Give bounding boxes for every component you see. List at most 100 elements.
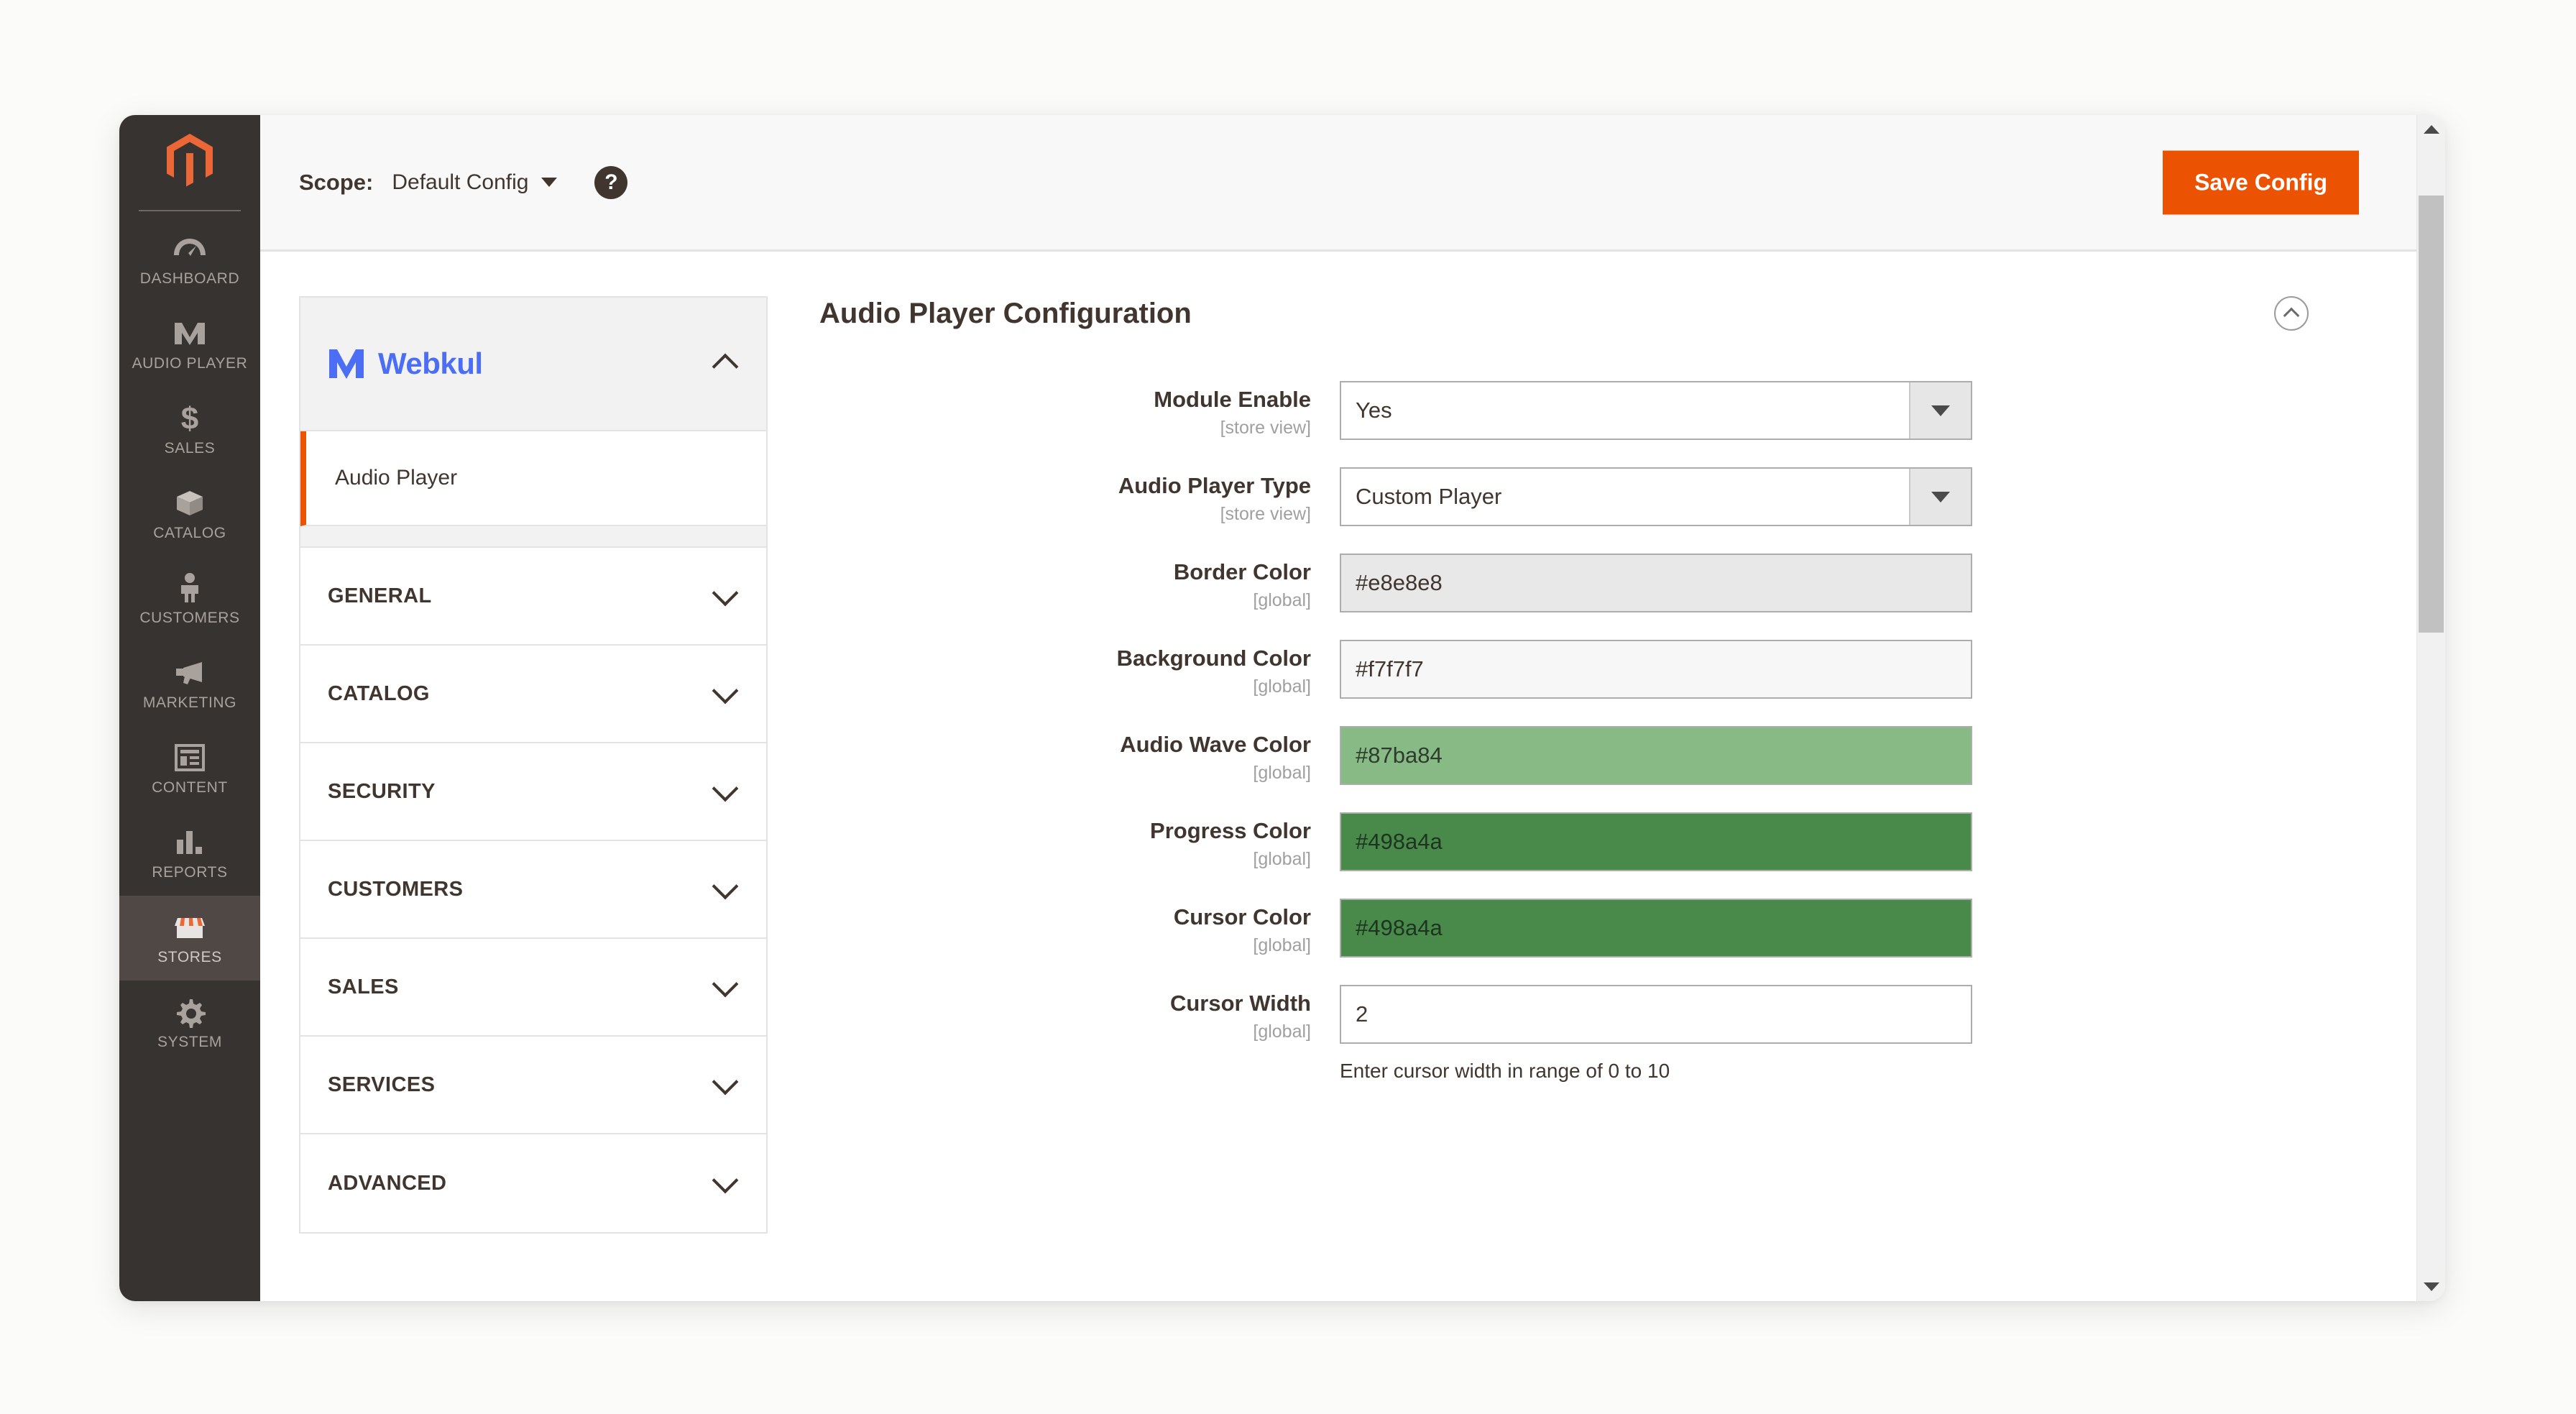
content-column: Scope: Default Config ? Save Config Webk… bbox=[260, 115, 2445, 1301]
field-label: Progress Color bbox=[1150, 818, 1311, 843]
page-title: Audio Player Configuration bbox=[819, 297, 1192, 329]
config-nav-section-services[interactable]: SERVICES bbox=[300, 1037, 766, 1134]
sidebar-item-marketing[interactable]: MARKETING bbox=[119, 641, 260, 726]
cursor-width-input[interactable]: 2 bbox=[1340, 985, 1972, 1044]
config-nav-section-label: GENERAL bbox=[328, 584, 432, 607]
sidebar-item-sales[interactable]: $ SALES bbox=[119, 387, 260, 472]
vertical-scrollbar[interactable] bbox=[2416, 115, 2445, 1301]
field-row: Module Enable [store view] Yes bbox=[819, 381, 2445, 440]
config-nav-section-label: CUSTOMERS bbox=[328, 877, 464, 901]
chevron-down-icon bbox=[712, 873, 739, 900]
box-icon bbox=[119, 487, 260, 519]
field-scope: [global] bbox=[1253, 935, 1311, 955]
scope-group: Scope: Default Config ? bbox=[299, 165, 628, 199]
person-icon bbox=[119, 572, 260, 604]
config-nav-section-label: SALES bbox=[328, 975, 399, 998]
help-icon[interactable]: ? bbox=[594, 165, 628, 199]
config-nav-section-label: SERVICES bbox=[328, 1073, 436, 1096]
select-value: Yes bbox=[1356, 398, 1392, 423]
megaphone-icon bbox=[119, 657, 260, 689]
field-input-col: #87ba84 bbox=[1340, 726, 1972, 785]
sidebar-item-system[interactable]: SYSTEM bbox=[119, 981, 260, 1065]
progress-color-input[interactable]: #498a4a bbox=[1340, 812, 1972, 871]
field-label-col: Border Color [global] bbox=[819, 554, 1340, 611]
audio-wave-color-input[interactable]: #87ba84 bbox=[1340, 726, 1972, 785]
field-scope: [global] bbox=[1253, 762, 1311, 783]
field-input-col: #f7f7f7 bbox=[1340, 640, 1972, 699]
cursor-width-hint: Enter cursor width in range of 0 to 10 bbox=[1340, 1060, 1670, 1082]
field-row: Background Color [global] #f7f7f7 bbox=[819, 640, 2445, 699]
config-nav-section-security[interactable]: SECURITY bbox=[300, 743, 766, 841]
sidebar-item-label: MARKETING bbox=[142, 694, 237, 711]
save-config-button[interactable]: Save Config bbox=[2163, 150, 2359, 214]
config-nav-section-label: CATALOG bbox=[328, 681, 430, 705]
sidebar-item-label: DASHBOARD bbox=[139, 270, 240, 287]
chevron-down-icon bbox=[712, 1167, 739, 1194]
config-nav-section-sales[interactable]: SALES bbox=[300, 939, 766, 1037]
select-value: Custom Player bbox=[1356, 484, 1502, 509]
field-input-col: Custom Player bbox=[1340, 467, 1972, 526]
scroll-down-button[interactable] bbox=[2417, 1272, 2445, 1301]
storefront-icon bbox=[119, 912, 260, 943]
webkul-panel-header[interactable]: Webkul bbox=[300, 298, 766, 431]
sidebar-divider bbox=[139, 210, 241, 211]
config-nav-section-advanced[interactable]: ADVANCED bbox=[300, 1134, 766, 1232]
field-input-col: 2 Enter cursor width in range of 0 to 10 bbox=[1340, 985, 1972, 1083]
chevron-down-icon bbox=[1909, 469, 1971, 525]
scroll-up-button[interactable] bbox=[2417, 115, 2445, 144]
field-label-col: Module Enable [store view] bbox=[819, 381, 1340, 439]
sidebar-item-label: CONTENT bbox=[152, 779, 228, 796]
config-nav-section-customers[interactable]: CUSTOMERS bbox=[300, 841, 766, 939]
config-nav-section-label: ADVANCED bbox=[328, 1171, 447, 1195]
field-label-col: Cursor Color [global] bbox=[819, 899, 1340, 956]
chevron-down-icon bbox=[1909, 382, 1971, 439]
webkul-logo-icon bbox=[329, 349, 364, 379]
module-enable-select[interactable]: Yes bbox=[1340, 381, 1972, 440]
field-label: Cursor Width bbox=[1169, 991, 1311, 1016]
config-nav-item-audio-player[interactable]: Audio Player bbox=[300, 431, 766, 526]
config-nav: Webkul Audio Player GENERAL CATALOG SECU… bbox=[299, 296, 768, 1234]
background-color-input[interactable]: #f7f7f7 bbox=[1340, 640, 1972, 699]
field-label: Audio Wave Color bbox=[1120, 732, 1311, 757]
sidebar-item-content[interactable]: CONTENT bbox=[119, 726, 260, 811]
chevron-down-icon bbox=[712, 970, 739, 998]
sidebar-item-reports[interactable]: REPORTS bbox=[119, 811, 260, 896]
scope-select[interactable]: Default Config bbox=[392, 170, 558, 195]
webkul-brand: Webkul bbox=[328, 346, 483, 381]
sidebar-item-audio-player[interactable]: AUDIO PLAYER bbox=[119, 302, 260, 387]
svg-text:$: $ bbox=[181, 402, 198, 435]
config-nav-spacer bbox=[300, 526, 766, 548]
sidebar-item-catalog[interactable]: CATALOG bbox=[119, 472, 260, 556]
config-main-panel: Audio Player Configuration Module Enable… bbox=[768, 296, 2445, 1301]
magento-logo[interactable] bbox=[119, 125, 260, 191]
sidebar-item-dashboard[interactable]: DASHBOARD bbox=[119, 217, 260, 302]
chevron-up-icon bbox=[2283, 307, 2300, 323]
field-label: Background Color bbox=[1116, 646, 1311, 671]
admin-sidebar: DASHBOARD AUDIO PLAYER $ SALES CATALOG C… bbox=[119, 115, 260, 1301]
scrollbar-thumb[interactable] bbox=[2419, 196, 2444, 633]
config-nav-section-catalog[interactable]: CATALOG bbox=[300, 646, 766, 743]
field-scope: [store view] bbox=[1220, 417, 1311, 438]
sidebar-item-customers[interactable]: CUSTOMERS bbox=[119, 556, 260, 641]
dollar-sign-icon: $ bbox=[119, 402, 260, 435]
config-nav-item-label: Audio Player bbox=[335, 466, 458, 490]
sidebar-item-label: REPORTS bbox=[152, 864, 228, 881]
config-nav-section-general[interactable]: GENERAL bbox=[300, 548, 766, 646]
audio-player-type-select[interactable]: Custom Player bbox=[1340, 467, 1972, 526]
field-scope: [global] bbox=[1253, 848, 1311, 869]
field-label-col: Cursor Width [global] bbox=[819, 985, 1340, 1042]
sidebar-item-label: CUSTOMERS bbox=[139, 610, 240, 626]
field-row: Progress Color [global] #498a4a bbox=[819, 812, 2445, 871]
chevron-down-icon bbox=[712, 579, 739, 607]
border-color-input[interactable]: #e8e8e8 bbox=[1340, 554, 1972, 612]
section-collapse-toggle[interactable] bbox=[2274, 296, 2309, 331]
sidebar-item-label: AUDIO PLAYER bbox=[132, 355, 248, 372]
chevron-down-icon bbox=[712, 1068, 739, 1096]
sidebar-item-stores[interactable]: STORES bbox=[119, 896, 260, 981]
field-row: Audio Player Type [store view] Custom Pl… bbox=[819, 467, 2445, 526]
scope-label: Scope: bbox=[299, 169, 374, 195]
cursor-color-input[interactable]: #498a4a bbox=[1340, 899, 1972, 958]
field-row: Cursor Color [global] #498a4a bbox=[819, 899, 2445, 958]
chevron-down-icon bbox=[712, 677, 739, 704]
field-label: Module Enable bbox=[1154, 387, 1311, 412]
